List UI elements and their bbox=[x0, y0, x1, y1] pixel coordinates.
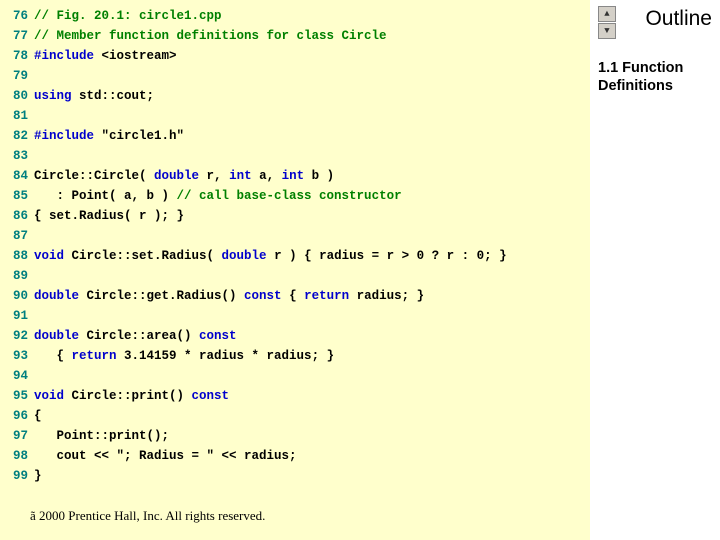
code-listing: 76 // Fig. 20.1: circle1.cpp 77 // Member f… bbox=[4, 6, 582, 486]
code-text: // Member function definitions for class… bbox=[34, 26, 582, 46]
code-text: cout << "; Radius = " << radius; bbox=[34, 446, 582, 466]
code-text bbox=[34, 146, 582, 166]
code-text bbox=[34, 366, 582, 386]
code-line: 89 bbox=[4, 266, 582, 286]
code-text: void Circle::print() const bbox=[34, 386, 582, 406]
code-line: 85 : Point( a, b ) // call base-class co… bbox=[4, 186, 582, 206]
line-number: 83 bbox=[4, 146, 28, 166]
code-text: { bbox=[34, 406, 582, 426]
line-number: 80 bbox=[4, 86, 28, 106]
code-line: 79 bbox=[4, 66, 582, 86]
line-number: 76 bbox=[4, 6, 28, 26]
footer-text: 2000 Prentice Hall, Inc. All rights rese… bbox=[39, 508, 265, 523]
code-text: #include <iostream> bbox=[34, 46, 582, 66]
line-number: 84 bbox=[4, 166, 28, 186]
code-line: 96 { bbox=[4, 406, 582, 426]
code-line: 86 { set.Radius( r ); } bbox=[4, 206, 582, 226]
code-text: Point::print(); bbox=[34, 426, 582, 446]
code-line: 90 double Circle::get.Radius() const { re… bbox=[4, 286, 582, 306]
line-number: 91 bbox=[4, 306, 28, 326]
code-text: // Fig. 20.1: circle1.cpp bbox=[34, 6, 582, 26]
code-line: 80 using std::cout; bbox=[4, 86, 582, 106]
code-text: #include "circle1.h" bbox=[34, 126, 582, 146]
code-text: double Circle::get.Radius() const { retu… bbox=[34, 286, 582, 306]
code-line: 81 bbox=[4, 106, 582, 126]
code-line: 76 // Fig. 20.1: circle1.cpp bbox=[4, 6, 582, 26]
line-number: 93 bbox=[4, 346, 28, 366]
code-text bbox=[34, 306, 582, 326]
code-line: 83 bbox=[4, 146, 582, 166]
line-number: 88 bbox=[4, 246, 28, 266]
line-number: 81 bbox=[4, 106, 28, 126]
code-text bbox=[34, 66, 582, 86]
outline-subtitle: 1.1 Function Definitions bbox=[598, 59, 712, 95]
line-number: 78 bbox=[4, 46, 28, 66]
nav-down-button[interactable]: ▼ bbox=[598, 23, 616, 39]
code-line: 93 { return 3.14159 * radius * radius; } bbox=[4, 346, 582, 366]
code-line: 95 void Circle::print() const bbox=[4, 386, 582, 406]
code-line: 77 // Member function definitions for cla… bbox=[4, 26, 582, 46]
line-number: 77 bbox=[4, 26, 28, 46]
code-line: 78 #include <iostream> bbox=[4, 46, 582, 66]
code-text: Circle::Circle( double r, int a, int b ) bbox=[34, 166, 582, 186]
line-number: 86 bbox=[4, 206, 28, 226]
code-text: void Circle::set.Radius( double r ) { ra… bbox=[34, 246, 582, 266]
code-line: 87 bbox=[4, 226, 582, 246]
code-text: } bbox=[34, 466, 582, 486]
line-number: 96 bbox=[4, 406, 28, 426]
footer-copyright: ã 2000 Prentice Hall, Inc. All rights re… bbox=[30, 508, 265, 524]
line-number: 95 bbox=[4, 386, 28, 406]
code-text bbox=[34, 266, 582, 286]
line-number: 90 bbox=[4, 286, 28, 306]
code-text bbox=[34, 106, 582, 126]
code-text: : Point( a, b ) // call base-class const… bbox=[34, 186, 582, 206]
nav-up-button[interactable]: ▲ bbox=[598, 6, 616, 22]
code-text: double Circle::area() const bbox=[34, 326, 582, 346]
line-number: 82 bbox=[4, 126, 28, 146]
line-number: 89 bbox=[4, 266, 28, 286]
code-text bbox=[34, 226, 582, 246]
code-line: 98 cout << "; Radius = " << radius; bbox=[4, 446, 582, 466]
line-number: 99 bbox=[4, 466, 28, 486]
code-line: 99} bbox=[4, 466, 582, 486]
code-text: { set.Radius( r ); } bbox=[34, 206, 582, 226]
line-number: 94 bbox=[4, 366, 28, 386]
code-line: 94 bbox=[4, 366, 582, 386]
code-line: 88 void Circle::set.Radius( double r ) { … bbox=[4, 246, 582, 266]
sidebar: ▲ ▼ Outline 1.1 Function Definitions bbox=[590, 0, 720, 540]
line-number: 97 bbox=[4, 426, 28, 446]
line-number: 85 bbox=[4, 186, 28, 206]
code-line: 92 double Circle::area() const bbox=[4, 326, 582, 346]
code-text: { return 3.14159 * radius * radius; } bbox=[34, 346, 582, 366]
code-line: 82 #include "circle1.h" bbox=[4, 126, 582, 146]
code-line: 91 bbox=[4, 306, 582, 326]
code-text: using std::cout; bbox=[34, 86, 582, 106]
line-number: 87 bbox=[4, 226, 28, 246]
line-number: 98 bbox=[4, 446, 28, 466]
line-number: 92 bbox=[4, 326, 28, 346]
code-line: 84 Circle::Circle( double r, int a, int b… bbox=[4, 166, 582, 186]
code-line: 97 Point::print(); bbox=[4, 426, 582, 446]
line-number: 79 bbox=[4, 66, 28, 86]
copyright-icon: ã bbox=[30, 508, 36, 523]
